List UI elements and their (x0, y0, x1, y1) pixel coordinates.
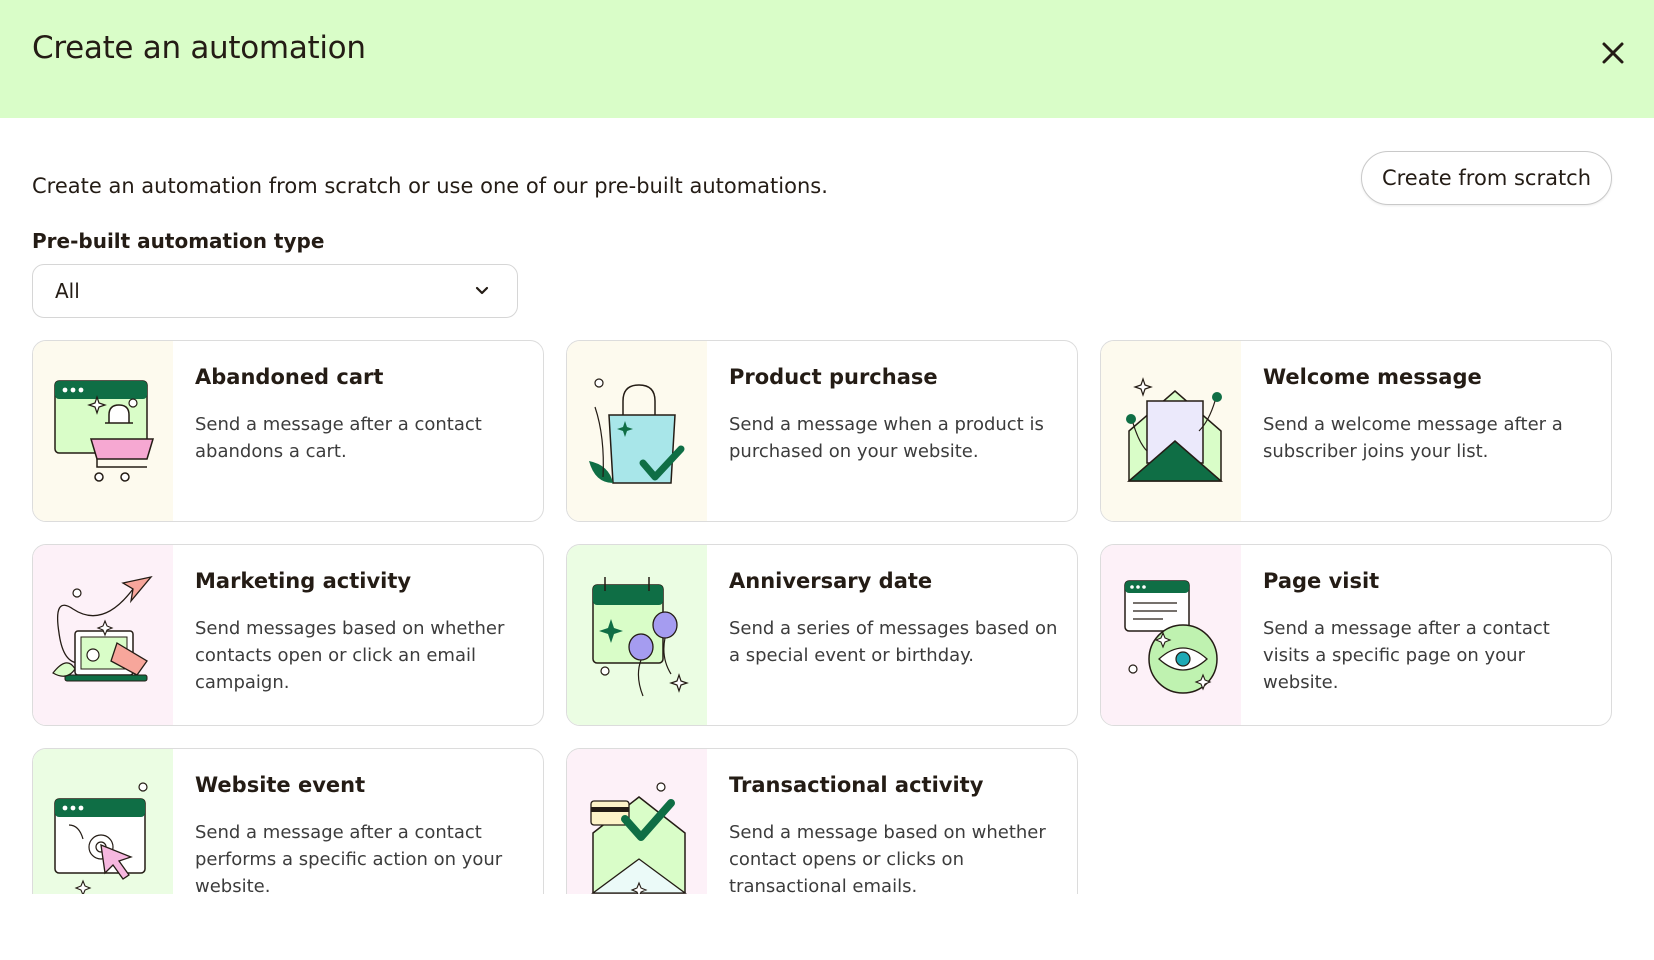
envelope-letter-illustration (1126, 377, 1223, 482)
card-product-purchase[interactable]: Product purchase Send a message when a p… (566, 340, 1078, 522)
megaphone-laptop-illustration (52, 575, 153, 682)
card-abandoned-cart[interactable]: Abandoned cart Send a message after a co… (32, 340, 544, 522)
modal-title: Create an automation (32, 30, 366, 66)
card-anniversary-date[interactable]: Anniversary date Send a series of messag… (566, 544, 1078, 726)
modal-header: Create an automation (0, 0, 1654, 118)
automation-type-select[interactable]: All (32, 264, 518, 318)
card-title: Abandoned cart (195, 365, 384, 389)
card-illustration (567, 749, 707, 894)
card-title: Page visit (1263, 569, 1380, 593)
card-title: Welcome message (1263, 365, 1482, 389)
card-marketing-activity[interactable]: Marketing activity Send messages based o… (32, 544, 544, 726)
create-from-scratch-button[interactable]: Create from scratch (1361, 151, 1612, 205)
envelope-card-illustration (590, 782, 687, 894)
card-description: Send a message based on whether contact … (729, 822, 1046, 894)
card-illustration (567, 545, 707, 725)
browser-cursor-illustration (54, 782, 148, 894)
calendar-balloons-illustration (592, 577, 689, 697)
close-button[interactable] (1596, 36, 1630, 70)
card-illustration (1101, 545, 1241, 725)
card-illustration (1101, 341, 1241, 521)
card-title: Anniversary date (729, 569, 933, 593)
card-illustration (33, 341, 173, 521)
card-title: Website event (195, 773, 366, 797)
automation-type-value: All (55, 279, 80, 303)
card-description: Send a message when a product is purchas… (729, 414, 1044, 462)
shopping-bag-illustration (589, 378, 685, 484)
card-illustration (33, 545, 173, 725)
card-transactional-activity[interactable]: Transactional activity Send a message ba… (566, 748, 1078, 894)
card-title: Product purchase (729, 365, 938, 389)
card-illustration (567, 341, 707, 521)
card-description: Send a message after a contact performs … (195, 822, 503, 894)
automation-card-grid: Abandoned cart Send a message after a co… (0, 330, 1654, 894)
card-description: Send a message after a contact visits a … (1263, 618, 1550, 693)
shopping-cart-illustration (54, 380, 155, 482)
card-description: Send a series of messages based on a spe… (729, 618, 1058, 666)
card-website-event[interactable]: Website event Send a message after a con… (32, 748, 544, 894)
card-description: Send a welcome message after a subscribe… (1263, 414, 1563, 462)
card-title: Transactional activity (729, 773, 984, 797)
eye-browser-illustration (1124, 580, 1218, 694)
chevron-down-icon (475, 286, 489, 295)
card-illustration (33, 749, 173, 894)
card-welcome-message[interactable]: Welcome message Send a welcome message a… (1100, 340, 1612, 522)
automation-type-label: Pre-built automation type (32, 229, 325, 253)
close-icon (1602, 42, 1624, 64)
card-page-visit[interactable]: Page visit Send a message after a contac… (1100, 544, 1612, 726)
intro-text: Create an automation from scratch or use… (32, 174, 828, 198)
card-title: Marketing activity (195, 569, 412, 593)
card-description: Send messages based on whether contacts … (195, 618, 505, 693)
card-description: Send a message after a contact abandons … (195, 414, 482, 462)
